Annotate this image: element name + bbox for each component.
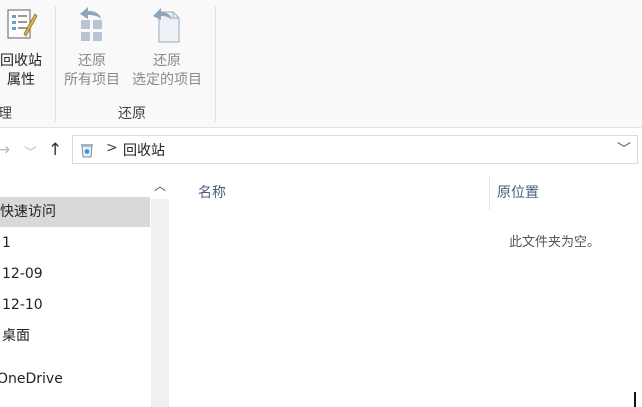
nav-item-folder[interactable]: 1	[2, 228, 152, 258]
restore-group-label: 还原	[118, 106, 146, 122]
empty-folder-message: 此文件夹为空。	[509, 235, 601, 250]
restore-all-label-line2: 所有项目	[64, 72, 120, 88]
nav-item-folder[interactable]: 12-09	[2, 259, 152, 289]
recycle-bin-properties-button[interactable]: 回收站 属性	[0, 4, 50, 90]
recent-locations-chevron-down-icon[interactable]: ﹀	[24, 142, 37, 161]
breadcrumb-separator: >	[106, 140, 118, 156]
restore-selected-icon	[126, 4, 208, 50]
window-edge	[634, 392, 636, 407]
address-dropdown-chevron-down-icon[interactable]: ﹀	[617, 139, 631, 159]
address-bar[interactable]: > 回收站 ﹀	[72, 135, 638, 164]
nav-item-onedrive[interactable]: OneDrive	[0, 364, 147, 394]
group-divider	[215, 6, 216, 122]
back-arrow-icon[interactable]: →	[0, 140, 10, 160]
up-arrow-icon[interactable]: ↑	[48, 140, 62, 160]
column-header-name[interactable]: 名称	[198, 182, 226, 202]
nav-item-quick-access[interactable]: 快速访问	[0, 197, 150, 227]
navigation-pane: 快速访问 1 12-09 12-10 桌面 OneDrive	[0, 178, 150, 407]
properties-label-line2: 属性	[7, 72, 35, 88]
restore-selected-label-line2: 选定的项目	[132, 72, 202, 88]
nav-item-label: 12-09	[2, 266, 43, 282]
restore-all-icon	[58, 4, 126, 50]
nav-item-label: 快速访问	[0, 204, 56, 220]
restore-selected-label-line1: 还原	[153, 53, 181, 69]
navigation-pane-scrollbar[interactable]	[151, 199, 169, 407]
nav-item-desktop[interactable]: 桌面	[2, 321, 152, 351]
nav-item-label: OneDrive	[0, 371, 63, 387]
ribbon: 回收站 属性 理 还原 所有项目 还原 选定的项目 还原	[0, 0, 642, 128]
nav-item-folder[interactable]: 12-10	[2, 290, 152, 320]
restore-all-button[interactable]: 还原 所有项目	[58, 4, 126, 90]
nav-item-label: 1	[2, 235, 11, 251]
scroll-up-chevron-icon[interactable]: ︿	[150, 176, 170, 196]
breadcrumb-recycle-bin[interactable]: 回收站	[123, 140, 165, 160]
group-divider	[55, 6, 56, 122]
properties-label-line1: 回收站	[0, 53, 42, 69]
recycle-bin-icon	[79, 142, 95, 162]
recycle-bin-properties-icon	[0, 4, 50, 50]
restore-all-label-line1: 还原	[78, 53, 106, 69]
column-header-original-location[interactable]: 原位置	[497, 182, 539, 202]
nav-item-label: 12-10	[2, 297, 43, 313]
restore-selected-button[interactable]: 还原 选定的项目	[126, 4, 208, 90]
column-divider[interactable]	[489, 176, 490, 210]
address-row: → ﹀ ↑ > 回收站 ﹀	[0, 134, 642, 168]
nav-item-label: 桌面	[2, 328, 30, 344]
manage-group-label: 理	[0, 106, 12, 122]
